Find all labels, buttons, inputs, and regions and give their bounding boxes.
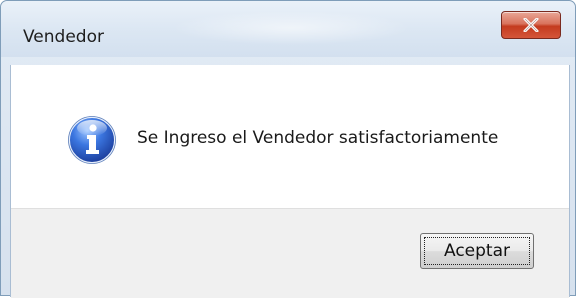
window-title: Vendedor — [23, 27, 104, 47]
message-area: Se Ingreso el Vendedor satisfactoriament… — [11, 65, 569, 208]
dialog-client-area: Se Ingreso el Vendedor satisfactoriament… — [10, 65, 570, 298]
dialog-message: Se Ingreso el Vendedor satisfactoriament… — [137, 128, 499, 148]
message-dialog: Vendedor Se Ingreso el Vendedor satisfac… — [0, 0, 576, 298]
close-button[interactable] — [501, 11, 561, 39]
title-bar[interactable]: Vendedor — [1, 1, 575, 57]
button-bar: Aceptar — [11, 208, 569, 298]
focus-rectangle — [424, 237, 530, 265]
information-icon — [68, 116, 116, 164]
accept-button[interactable]: Aceptar — [420, 233, 534, 269]
close-icon — [523, 18, 539, 32]
